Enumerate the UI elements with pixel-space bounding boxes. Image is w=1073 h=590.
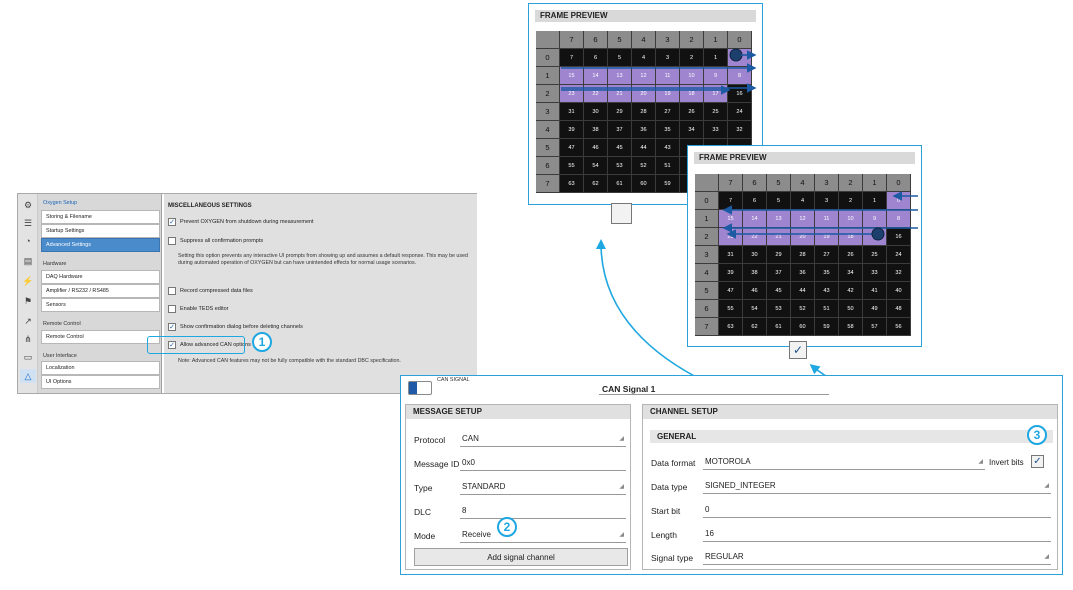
dlc-value: 8 xyxy=(462,506,467,515)
start-bit-value: 0 xyxy=(705,505,710,514)
protocol-dropdown[interactable]: CAN ◢ xyxy=(460,433,626,447)
start-bit-input[interactable]: 0 xyxy=(703,504,1051,518)
dropdown-arrow-icon: ◢ xyxy=(978,459,983,465)
type-label: Type xyxy=(414,483,433,493)
data-type-dropdown[interactable]: SIGNED_INTEGER ◢ xyxy=(703,480,1051,494)
dropdown-arrow-icon: ◢ xyxy=(1044,483,1049,489)
invert-bits-checkbox[interactable]: ✓ xyxy=(1031,455,1044,468)
can-signal-name[interactable]: CAN Signal 1 xyxy=(602,384,655,394)
dropdown-arrow-icon: ◢ xyxy=(1044,554,1049,560)
dropdown-arrow-icon: ◢ xyxy=(619,532,624,538)
dlc-label: DLC xyxy=(414,507,432,517)
dropdown-arrow-icon: ◢ xyxy=(619,484,624,490)
message-id-label: Message ID xyxy=(414,459,460,469)
protocol-label: Protocol xyxy=(414,435,446,445)
callout-3: 3 xyxy=(1027,425,1047,445)
data-type-label: Data type xyxy=(651,482,688,492)
signal-type-label: Signal type xyxy=(651,553,694,563)
mode-label: Mode xyxy=(414,531,436,541)
dlc-input[interactable]: 8 xyxy=(460,505,626,519)
channel-setup-panel: CHANNEL SETUP GENERAL Data format MOTORO… xyxy=(642,404,1058,570)
can-signal-toggle[interactable] xyxy=(408,381,432,395)
general-subheader: GENERAL xyxy=(650,430,1053,443)
signal-name-underline xyxy=(599,394,829,395)
protocol-value: CAN xyxy=(462,434,479,443)
mode-dropdown[interactable]: Receive ◢ xyxy=(460,529,626,543)
data-format-value: MOTOROLA xyxy=(705,457,751,466)
data-type-value: SIGNED_INTEGER xyxy=(705,481,776,490)
start-bit-label: Start bit xyxy=(651,506,681,516)
message-setup-panel: MESSAGE SETUP Protocol CAN ◢ Message ID 0… xyxy=(405,404,631,570)
type-dropdown[interactable]: STANDARD ◢ xyxy=(460,481,626,495)
mode-value: Receive xyxy=(462,530,491,539)
add-signal-channel-button[interactable]: Add signal channel xyxy=(414,548,628,566)
invert-bits-label: Invert bits xyxy=(989,458,1024,467)
channel-setup-title: CHANNEL SETUP xyxy=(643,405,1057,419)
can-signal-window: CAN SIGNAL CAN Signal 1 MESSAGE SETUP Pr… xyxy=(400,375,1063,575)
length-label: Length xyxy=(651,530,677,540)
callout-2: 2 xyxy=(497,517,517,537)
stage: ⚙ ☰ ◔ ▤ ⚡ ⚑ ↗ ⋔ ▭ △ Oxygen Setup Storing… xyxy=(0,0,1073,590)
end-bit-marker xyxy=(871,227,885,241)
message-setup-title: MESSAGE SETUP xyxy=(406,405,630,419)
signal-type-value: REGULAR xyxy=(705,552,744,561)
can-signal-section-label: CAN SIGNAL xyxy=(437,377,470,383)
frame-preview-bottom: FRAME PREVIEW 7 6 5 4 3 2 1 0 0 7 6 5 4 3 2 1 0 1 15 14 13 12… xyxy=(687,145,922,347)
type-value: STANDARD xyxy=(462,482,506,491)
bit-order-arrows-bottom xyxy=(722,191,918,241)
start-bit-marker xyxy=(729,48,743,62)
data-format-label: Data format xyxy=(651,458,696,468)
data-format-dropdown[interactable]: MOTOROLA ◢ xyxy=(703,456,985,470)
invert-bits-preview-checkbox-bottom[interactable]: ✓ xyxy=(789,341,807,359)
invert-bits-preview-checkbox-top[interactable] xyxy=(611,203,632,224)
length-input[interactable]: 16 xyxy=(703,528,1051,542)
message-id-value: 0x0 xyxy=(462,458,475,467)
length-value: 16 xyxy=(705,529,714,538)
dropdown-arrow-icon: ◢ xyxy=(619,436,624,442)
message-id-input[interactable]: 0x0 xyxy=(460,457,626,471)
signal-type-dropdown[interactable]: REGULAR ◢ xyxy=(703,551,1051,565)
